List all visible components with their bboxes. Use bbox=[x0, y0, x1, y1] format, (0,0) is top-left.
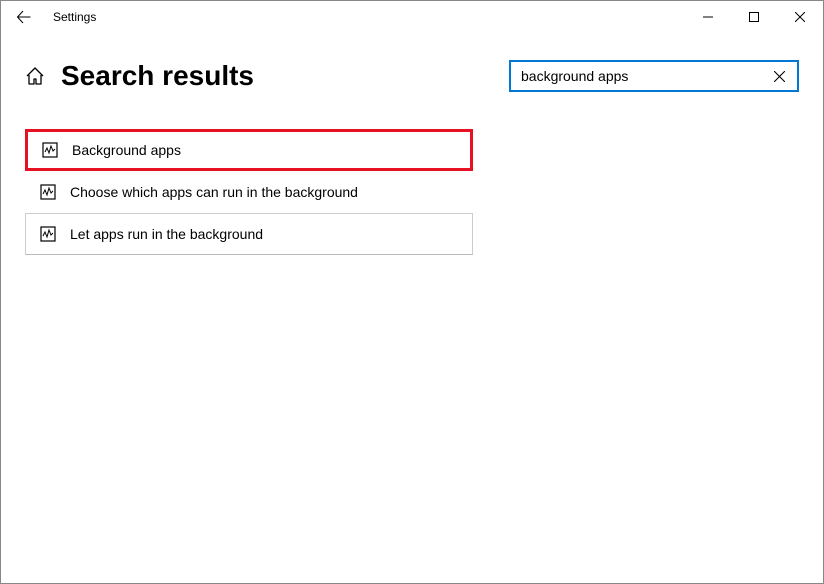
home-icon bbox=[25, 66, 45, 86]
content-area: Search results Background apps bbox=[1, 33, 823, 255]
activity-icon bbox=[40, 226, 56, 242]
result-label: Choose which apps can run in the backgro… bbox=[70, 184, 358, 200]
result-item-let-apps[interactable]: Let apps run in the background bbox=[25, 213, 473, 255]
maximize-icon bbox=[749, 12, 759, 22]
minimize-button[interactable] bbox=[685, 1, 731, 33]
close-icon bbox=[795, 12, 805, 22]
home-button[interactable] bbox=[25, 66, 45, 86]
header-row: Search results bbox=[25, 51, 799, 101]
result-label: Background apps bbox=[72, 142, 181, 158]
header-left: Search results bbox=[25, 60, 254, 92]
activity-icon bbox=[42, 142, 58, 158]
activity-icon bbox=[40, 184, 56, 200]
search-input[interactable] bbox=[521, 68, 769, 84]
result-item-background-apps[interactable]: Background apps bbox=[25, 129, 473, 171]
results-list: Background apps Choose which apps can ru… bbox=[25, 129, 473, 255]
result-label: Let apps run in the background bbox=[70, 226, 263, 242]
clear-search-button[interactable] bbox=[769, 66, 789, 86]
window-title: Settings bbox=[53, 10, 96, 24]
window-controls bbox=[685, 1, 823, 33]
page-title: Search results bbox=[61, 60, 254, 92]
close-button[interactable] bbox=[777, 1, 823, 33]
search-box[interactable] bbox=[509, 60, 799, 92]
x-icon bbox=[774, 71, 785, 82]
titlebar: Settings bbox=[1, 1, 823, 33]
result-item-choose-apps[interactable]: Choose which apps can run in the backgro… bbox=[25, 171, 473, 213]
maximize-button[interactable] bbox=[731, 1, 777, 33]
back-button[interactable] bbox=[1, 1, 47, 33]
arrow-left-icon bbox=[16, 9, 32, 25]
minimize-icon bbox=[703, 12, 713, 22]
